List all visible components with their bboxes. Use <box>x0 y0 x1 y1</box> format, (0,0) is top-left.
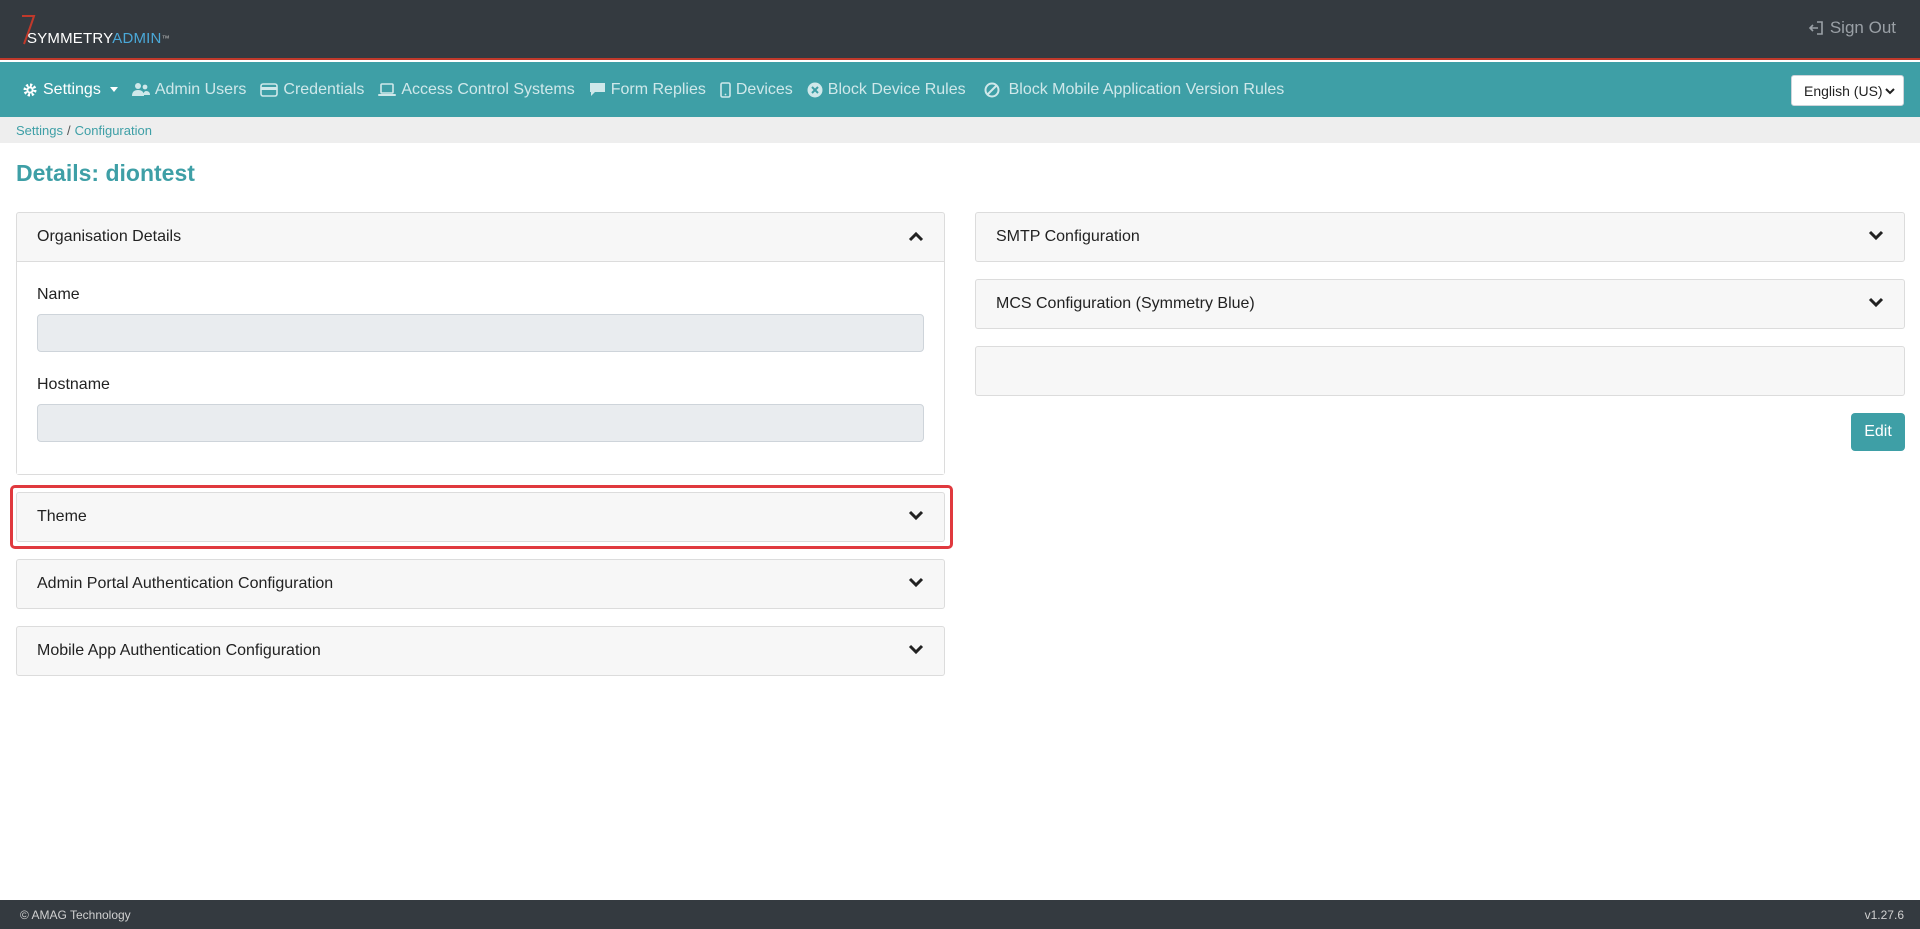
edit-button[interactable]: Edit <box>1851 413 1905 451</box>
mobile-icon <box>720 81 731 98</box>
empty-panel <box>975 346 1905 396</box>
credit-card-icon <box>260 82 279 97</box>
breadcrumb: Settings / Configuration <box>0 117 1920 143</box>
mcs-configuration-header[interactable]: MCS Configuration (Symmetry Blue) <box>976 280 1904 328</box>
logo-trademark: ™ <box>161 34 170 43</box>
chevron-down-icon <box>908 644 924 655</box>
theme-title: Theme <box>37 508 87 525</box>
theme-header[interactable]: Theme <box>17 493 944 541</box>
mobile-app-auth-title: Mobile App Authentication Configuration <box>37 642 321 659</box>
mobile-app-auth-header[interactable]: Mobile App Authentication Configuration <box>17 627 944 675</box>
chevron-down-icon <box>1868 297 1884 308</box>
top-bar: SYMMETRYADMIN™ Sign Out <box>0 0 1920 60</box>
smtp-configuration-panel: SMTP Configuration <box>975 212 1905 262</box>
nav-label-credentials: Credentials <box>283 80 365 98</box>
page-title: Details: diontest <box>16 160 195 186</box>
chevron-down-icon <box>1868 230 1884 241</box>
ban-icon <box>984 82 1000 97</box>
sign-out-button[interactable]: Sign Out <box>1808 18 1896 38</box>
admin-portal-auth-panel: Admin Portal Authentication Configuratio… <box>16 559 945 609</box>
breadcrumb-separator: / <box>66 122 71 138</box>
nav-label-block-mobile-app-version-rules: Block Mobile Application Version Rules <box>1008 80 1285 98</box>
footer-version: v1.27.6 <box>1864 907 1904 922</box>
organisation-details-panel: Organisation Details Name Hostname <box>16 212 945 475</box>
nav-item-settings[interactable]: Settings <box>22 81 118 99</box>
symmetry-admin-logo[interactable]: SYMMETRYADMIN™ <box>20 14 170 50</box>
nav-item-admin-users[interactable]: Admin Users <box>131 80 247 99</box>
language-select-value: English (US) <box>1804 82 1883 99</box>
mcs-configuration-title: MCS Configuration (Symmetry Blue) <box>996 295 1255 312</box>
mobile-app-auth-panel: Mobile App Authentication Configuration <box>16 626 945 676</box>
nav-item-access-control-systems[interactable]: Access Control Systems <box>378 80 575 99</box>
sign-out-label: Sign Out <box>1829 18 1896 37</box>
logo-text-admin: ADMIN <box>112 30 162 47</box>
nav-label-admin-users: Admin Users <box>154 80 247 98</box>
chevron-down-icon <box>908 577 924 588</box>
nav-label-access-control-systems: Access Control Systems <box>401 80 575 98</box>
chevron-down-icon <box>908 510 924 521</box>
name-label: Name <box>37 286 80 303</box>
nav-item-devices[interactable]: Devices <box>720 81 793 99</box>
mcs-configuration-panel: MCS Configuration (Symmetry Blue) <box>975 279 1905 329</box>
smtp-configuration-header[interactable]: SMTP Configuration <box>976 213 1904 261</box>
organisation-details-body: Name Hostname <box>17 261 944 474</box>
nav-label-form-replies: Form Replies <box>610 80 706 98</box>
empty-panel-header <box>976 347 1904 395</box>
nav-item-form-replies[interactable]: Form Replies <box>589 81 706 99</box>
users-icon <box>131 83 150 96</box>
footer: © AMAG Technology v1.27.6 <box>0 900 1920 929</box>
hostname-field[interactable] <box>37 404 924 442</box>
dropdown-caret-icon <box>109 87 118 92</box>
chevron-up-icon <box>908 231 924 242</box>
logo-text-symmetry: SYMMETRY <box>27 30 113 47</box>
nav-label-block-device-rules: Block Device Rules <box>827 80 966 98</box>
language-select[interactable]: English (US) <box>1791 75 1904 106</box>
smtp-configuration-title: SMTP Configuration <box>996 228 1140 245</box>
organisation-details-title: Organisation Details <box>37 228 182 245</box>
times-circle-icon <box>807 82 823 97</box>
gear-icon <box>23 83 37 96</box>
chevron-down-icon <box>1885 88 1895 95</box>
sign-out-icon <box>1808 21 1823 35</box>
nav-item-block-device-rules[interactable]: Block Device Rules <box>807 81 966 99</box>
theme-panel: Theme <box>16 492 945 542</box>
organisation-details-header[interactable]: Organisation Details <box>17 213 944 261</box>
nav-item-credentials[interactable]: Credentials <box>260 81 364 99</box>
nav-label-settings: Settings <box>43 80 101 98</box>
breadcrumb-configuration[interactable]: Configuration <box>75 123 152 138</box>
nav-menu: Settings Admin Users Credentials Access … <box>22 62 1298 117</box>
comment-icon <box>589 83 605 96</box>
admin-portal-auth-title: Admin Portal Authentication Configuratio… <box>37 575 334 592</box>
nav-label-devices: Devices <box>735 80 793 98</box>
admin-portal-auth-header[interactable]: Admin Portal Authentication Configuratio… <box>17 560 944 608</box>
footer-copyright: © AMAG Technology <box>20 907 131 922</box>
main-navbar: Settings Admin Users Credentials Access … <box>0 62 1920 117</box>
nav-item-block-mobile-app-version-rules[interactable]: Block Mobile Application Version Rules <box>980 80 1285 99</box>
hostname-label: Hostname <box>37 376 110 393</box>
breadcrumb-settings[interactable]: Settings <box>16 123 63 138</box>
name-field[interactable] <box>37 314 924 352</box>
laptop-icon <box>378 82 397 96</box>
